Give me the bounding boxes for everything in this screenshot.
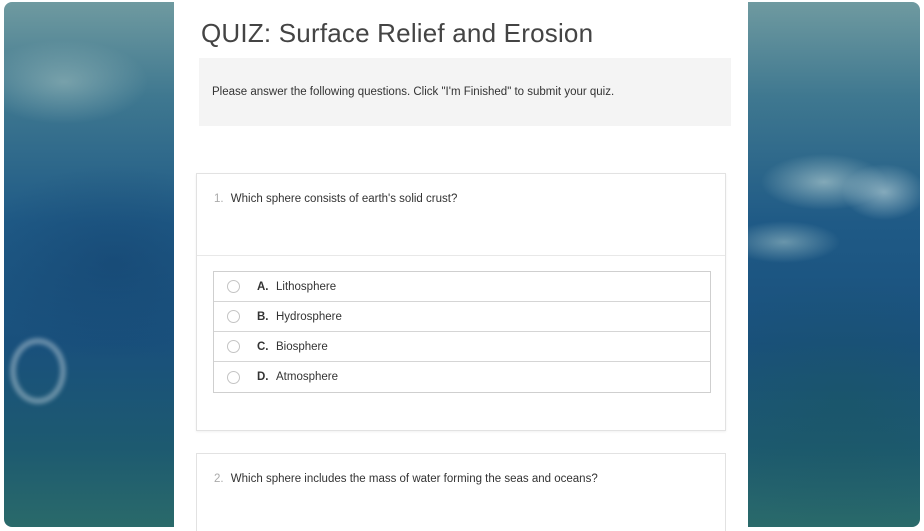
radio-button-icon[interactable] [227, 340, 240, 353]
option-letter: B. [257, 310, 269, 323]
instructions-text: Please answer the following questions. C… [212, 86, 615, 98]
option-label: Lithosphere [276, 280, 337, 293]
radio-button-icon[interactable] [227, 310, 240, 323]
answer-option-a[interactable]: A. Lithosphere [214, 272, 710, 302]
instructions-box: Please answer the following questions. C… [199, 58, 731, 126]
radio-button-icon[interactable] [227, 280, 240, 293]
quiz-panel: QUIZ: Surface Relief and Erosion Please … [174, 0, 748, 531]
answer-options: A. Lithosphere B. Hydrosphere C. Biosphe… [213, 271, 711, 393]
question-prompt: Which sphere consists of earth's solid c… [230, 193, 458, 205]
option-letter: C. [257, 340, 269, 353]
answer-option-d[interactable]: D. Atmosphere [214, 362, 710, 392]
answer-option-b[interactable]: B. Hydrosphere [214, 302, 710, 332]
radio-button-icon[interactable] [227, 370, 240, 384]
question-number: 1. [214, 193, 224, 205]
option-letter: D. [257, 371, 269, 383]
question-card-1: 1. Which sphere consists of earth's soli… [196, 173, 726, 431]
option-label: Biosphere [276, 340, 328, 353]
answer-option-c[interactable]: C. Biosphere [214, 332, 710, 362]
option-label: Atmosphere [276, 371, 339, 383]
question-1-text: 1. Which sphere consists of earth's soli… [214, 193, 457, 205]
question-2-text: 2. Which sphere includes the mass of wat… [214, 473, 598, 485]
divider [197, 255, 725, 256]
question-prompt: Which sphere includes the mass of water … [230, 473, 598, 485]
option-letter: A. [257, 280, 269, 293]
question-number: 2. [214, 473, 224, 485]
page-title: QUIZ: Surface Relief and Erosion [201, 18, 594, 48]
option-label: Hydrosphere [276, 310, 342, 323]
question-card-2: 2. Which sphere includes the mass of wat… [196, 453, 726, 531]
background-decoration [10, 338, 66, 404]
